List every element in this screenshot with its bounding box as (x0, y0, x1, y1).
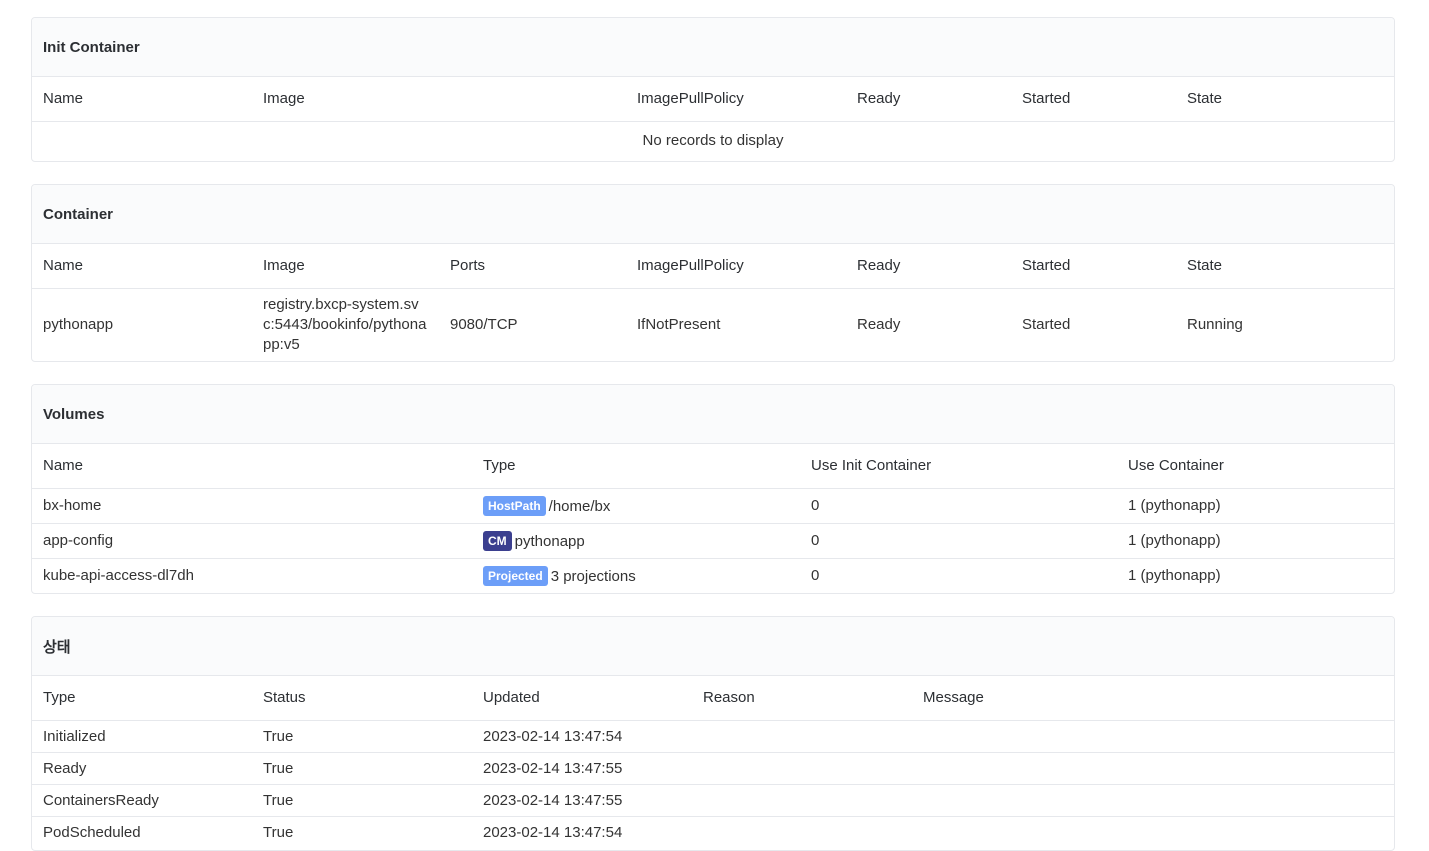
table-row[interactable]: PodScheduled True 2023-02-14 13:47:54 (32, 816, 1394, 848)
table-header-row: Name Image ImagePullPolicy Ready Started… (32, 77, 1394, 122)
volume-use-container: 1 (pythonapp) (1117, 523, 1394, 559)
volume-name: kube-api-access-dl7dh (43, 567, 194, 585)
table-header-row: Name Type Use Init Container Use Contain… (32, 444, 1394, 489)
empty-message: No records to display (642, 132, 784, 150)
column-header[interactable]: Started (1011, 244, 1176, 289)
volume-name: bx-home (32, 488, 472, 524)
table-row[interactable]: bx-home HostPath/home/bx 0 1 (pythonapp) (32, 488, 1394, 524)
condition-reason (692, 752, 912, 785)
condition-message (912, 752, 1394, 785)
condition-updated: 2023-02-14 13:47:55 (472, 784, 692, 817)
volume-type-text: 3 projections (550, 567, 636, 585)
column-header[interactable]: Status (252, 676, 472, 721)
volume-type-text: pythonapp (514, 532, 585, 550)
column-header[interactable]: Use Container (1117, 444, 1394, 489)
condition-type: ContainersReady (32, 784, 252, 817)
init-container-title: Init Container (32, 18, 1394, 77)
condition-message (912, 816, 1394, 848)
column-header[interactable]: Reason (692, 676, 912, 721)
table-row[interactable]: ContainersReady True 2023-02-14 13:47:55 (32, 784, 1394, 817)
container-pull-policy: IfNotPresent (637, 316, 721, 333)
container-ready: Ready (857, 316, 901, 333)
column-header[interactable]: Ports (439, 244, 626, 289)
condition-reason (692, 784, 912, 817)
column-header[interactable]: Ready (846, 77, 1011, 122)
volume-use-container: 1 (pythonapp) (1128, 567, 1221, 585)
condition-updated: 2023-02-14 13:47:54 (483, 823, 623, 841)
column-header[interactable]: Name (32, 77, 252, 122)
condition-reason (692, 816, 912, 848)
volume-type-text: /home/bx (548, 497, 611, 515)
volume-use-init: 0 (800, 523, 1117, 559)
column-header[interactable]: Started (1011, 77, 1176, 122)
condition-status: True (252, 784, 472, 817)
column-header[interactable]: Name (32, 444, 472, 489)
container-ports: 9080/TCP (450, 316, 518, 333)
configmap-badge: CM (483, 530, 512, 551)
projected-badge: Projected (483, 565, 548, 586)
status-table: Type Status Updated Reason Message Initi… (32, 676, 1394, 848)
column-header[interactable]: State (1176, 77, 1394, 122)
volume-type: Projected 3 projections (472, 558, 800, 593)
column-header[interactable]: Use Init Container (800, 444, 1117, 489)
column-header[interactable]: Type (472, 444, 800, 489)
column-header[interactable]: ImagePullPolicy (626, 77, 846, 122)
condition-status: True (263, 823, 294, 841)
condition-type: PodScheduled (43, 823, 141, 841)
container-table: Name Image Ports ImagePullPolicy Ready S… (32, 244, 1394, 361)
condition-message (912, 784, 1394, 817)
init-container-table: Name Image ImagePullPolicy Ready Started… (32, 77, 1394, 160)
volume-type: HostPath/home/bx (472, 488, 800, 524)
hostpath-badge: HostPath (483, 495, 546, 516)
table-row[interactable]: app-config CM pythonapp 0 1 (pythonapp) (32, 523, 1394, 559)
volume-use-init: 0 (800, 488, 1117, 524)
container-card: Container Name Image Ports ImagePullPoli… (31, 184, 1395, 362)
table-row[interactable]: Ready True 2023-02-14 13:47:55 (32, 752, 1394, 785)
condition-status: True (252, 720, 472, 753)
init-container-card: Init Container Name Image ImagePullPolic… (31, 17, 1395, 162)
container-started: Started (1022, 316, 1071, 333)
volumes-title: Volumes (32, 385, 1394, 444)
container-state: Running (1187, 316, 1243, 333)
empty-row: No records to display (32, 121, 1394, 160)
table-header-row: Type Status Updated Reason Message (32, 676, 1394, 721)
column-header[interactable]: Name (32, 244, 252, 289)
table-row[interactable]: Initialized True 2023-02-14 13:47:54 (32, 720, 1394, 753)
container-image: registry.bxcp-system.svc:5443/bookinfo/p… (263, 295, 427, 353)
column-header[interactable]: Type (32, 676, 252, 721)
table-row[interactable]: pythonapp registry.bxcp-system.svc:5443/… (32, 288, 1394, 361)
volume-use-container: 1 (pythonapp) (1117, 488, 1394, 524)
volumes-card: Volumes Name Type Use Init Container Use… (31, 384, 1395, 594)
condition-updated: 2023-02-14 13:47:54 (472, 720, 692, 753)
volume-name: app-config (32, 523, 472, 559)
volumes-table: Name Type Use Init Container Use Contain… (32, 444, 1394, 593)
condition-updated: 2023-02-14 13:47:55 (472, 752, 692, 785)
column-header[interactable]: ImagePullPolicy (626, 244, 846, 289)
column-header[interactable]: Image (252, 77, 626, 122)
volume-type: CM pythonapp (472, 523, 800, 559)
table-row[interactable]: kube-api-access-dl7dh Projected 3 project… (32, 558, 1394, 593)
container-name: pythonapp (43, 316, 114, 333)
pod-detail-page: Init Container Name Image ImagePullPolic… (0, 0, 1429, 851)
status-title: 상태 (32, 617, 1394, 676)
condition-message (912, 720, 1394, 753)
column-header[interactable]: Updated (472, 676, 692, 721)
volume-use-init: 0 (811, 567, 820, 585)
condition-status: True (252, 752, 472, 785)
condition-type: Ready (32, 752, 252, 785)
column-header[interactable]: Image (252, 244, 439, 289)
column-header[interactable]: Ready (846, 244, 1011, 289)
container-title: Container (32, 185, 1394, 244)
status-card: 상태 Type Status Updated Reason Message In… (31, 616, 1395, 851)
table-header-row: Name Image Ports ImagePullPolicy Ready S… (32, 244, 1394, 289)
column-header[interactable]: State (1176, 244, 1394, 289)
condition-reason (692, 720, 912, 753)
column-header[interactable]: Message (912, 676, 1394, 721)
condition-type: Initialized (32, 720, 252, 753)
